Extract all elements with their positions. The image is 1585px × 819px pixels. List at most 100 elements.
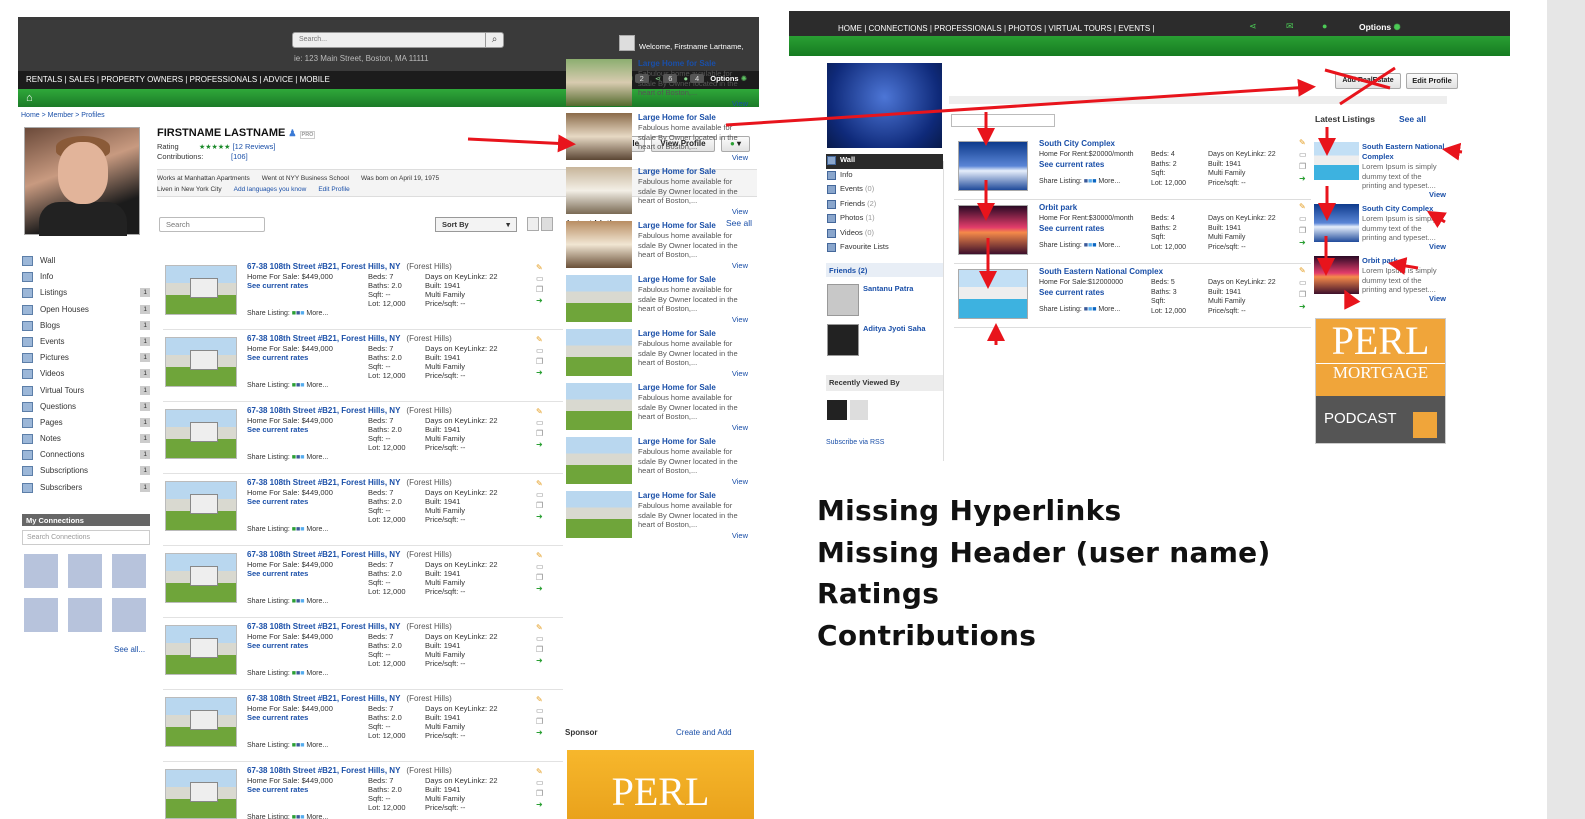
- viewer-avatar[interactable]: [827, 400, 847, 420]
- sidebar-item-info[interactable]: Info: [22, 271, 150, 287]
- latest-listing-thumbnail[interactable]: [566, 221, 632, 268]
- sidebar-item-connections[interactable]: Connections 1: [22, 449, 150, 465]
- latest-listing-title[interactable]: Large Home for Sale: [638, 59, 716, 68]
- sidebar-item-subscriptions[interactable]: Subscriptions 1: [22, 465, 150, 481]
- sponsor-ad[interactable]: PERL: [567, 750, 754, 819]
- sidebar-item-blogs[interactable]: Blogs 1: [22, 320, 150, 336]
- connection-avatar[interactable]: [24, 598, 58, 632]
- latest-listing-thumbnail[interactable]: [1314, 142, 1359, 180]
- connection-avatar[interactable]: [68, 554, 102, 588]
- sidebar-item-info[interactable]: Info: [826, 169, 943, 184]
- listing-title[interactable]: South City Complex: [1039, 139, 1115, 148]
- latest-listing-view-link[interactable]: View: [732, 531, 748, 540]
- linkedin-icon[interactable]: ■: [1092, 242, 1096, 249]
- pencil-icon[interactable]: ✎: [536, 334, 546, 345]
- more-share-link[interactable]: More...: [306, 310, 328, 317]
- more-share-link[interactable]: More...: [306, 742, 328, 749]
- see-current-rates-link[interactable]: See current rates: [1039, 288, 1104, 297]
- latest-listing-title[interactable]: Large Home for Sale: [638, 221, 716, 230]
- friend-name[interactable]: Santanu Patra: [863, 284, 913, 293]
- listing-title[interactable]: 67-38 108th Street #B21, Forest Hills, N…: [247, 694, 452, 703]
- friend-avatar[interactable]: [827, 284, 859, 316]
- connection-avatar[interactable]: [24, 554, 58, 588]
- avatar[interactable]: [619, 35, 635, 51]
- print-icon[interactable]: ▭: [536, 705, 546, 716]
- share-icon[interactable]: ⋖: [1249, 21, 1257, 32]
- see-current-rates-link[interactable]: See current rates: [247, 497, 308, 506]
- linkedin-icon[interactable]: ■: [1092, 178, 1096, 185]
- latest-listing-view-link[interactable]: View: [732, 99, 748, 108]
- copy-icon[interactable]: ❐: [536, 644, 546, 655]
- listing-title[interactable]: South Eastern National Complex: [1039, 267, 1163, 276]
- listing-title[interactable]: 67-38 108th Street #B21, Forest Hills, N…: [247, 478, 452, 487]
- latest-listing-view-link[interactable]: View: [732, 369, 748, 378]
- pencil-icon[interactable]: ✎: [1299, 137, 1307, 149]
- sidebar-item-wall[interactable]: Wall: [826, 154, 943, 169]
- copy-icon[interactable]: ❐: [536, 572, 546, 583]
- more-share-link[interactable]: More...: [306, 454, 328, 461]
- more-share-link[interactable]: More...: [306, 382, 328, 389]
- options-link[interactable]: Options ✺: [1359, 22, 1401, 33]
- listing-thumbnail[interactable]: [165, 553, 237, 603]
- listing-thumbnail[interactable]: [165, 625, 237, 675]
- friend-name[interactable]: Aditya Jyoti Saha: [863, 324, 926, 333]
- linkedin-icon[interactable]: ■: [1092, 306, 1096, 313]
- breadcrumb[interactable]: Home > Member > Profiles: [21, 112, 105, 119]
- pencil-icon[interactable]: ✎: [536, 478, 546, 489]
- sidebar-item-virtual-tours[interactable]: Virtual Tours 1: [22, 385, 150, 401]
- create-and-add-link[interactable]: Create and Add: [676, 728, 732, 737]
- latest-listing-title[interactable]: Large Home for Sale: [638, 329, 716, 338]
- print-icon[interactable]: ▭: [536, 561, 546, 572]
- sidebar-item-pages[interactable]: Pages 1: [22, 417, 150, 433]
- listing-thumbnail[interactable]: [165, 409, 237, 459]
- edit-profile-link[interactable]: Edit Profile: [318, 186, 349, 193]
- nav-links[interactable]: HOME | CONNECTIONS | PROFESSIONALS | PHO…: [838, 24, 1155, 33]
- twitter-icon[interactable]: ■: [300, 670, 304, 677]
- see-current-rates-link[interactable]: See current rates: [247, 785, 308, 794]
- rss-link[interactable]: Subscribe via RSS: [826, 439, 884, 446]
- see-current-rates-link[interactable]: See current rates: [247, 281, 308, 290]
- listing-search-input[interactable]: [951, 114, 1055, 127]
- sidebar-item-subscribers[interactable]: Subscribers 1: [22, 482, 150, 498]
- copy-icon[interactable]: ❐: [536, 788, 546, 799]
- pencil-icon[interactable]: ✎: [536, 550, 546, 561]
- latest-listing-view-link[interactable]: View: [732, 477, 748, 486]
- reviews-link[interactable]: [12 Reviews]: [232, 142, 275, 151]
- sidebar-item-questions[interactable]: Questions 1: [22, 401, 150, 417]
- latest-listing-title[interactable]: Large Home for Sale: [638, 437, 716, 446]
- sidebar-item-events[interactable]: Events (0): [826, 183, 943, 198]
- see-current-rates-link[interactable]: See current rates: [247, 353, 308, 362]
- listing-title[interactable]: 67-38 108th Street #B21, Forest Hills, N…: [247, 622, 452, 631]
- viewer-avatar[interactable]: [850, 400, 868, 420]
- see-current-rates-link[interactable]: See current rates: [247, 713, 308, 722]
- copy-icon[interactable]: ❐: [536, 428, 546, 439]
- sidebar-item-favourite-lists[interactable]: Favourite Lists: [826, 241, 943, 256]
- see-current-rates-link[interactable]: See current rates: [1039, 160, 1104, 169]
- connection-avatar[interactable]: [112, 554, 146, 588]
- latest-see-all-link[interactable]: See all: [1399, 114, 1426, 124]
- latest-listing-view-link[interactable]: View: [732, 153, 748, 162]
- more-share-link[interactable]: More...: [1098, 306, 1120, 313]
- nav-links[interactable]: RENTALS | SALES | PROPERTY OWNERS | PROF…: [26, 75, 330, 84]
- add-realestate-button[interactable]: Add RealEstate: [1335, 73, 1401, 89]
- print-icon[interactable]: ▭: [536, 633, 546, 644]
- print-icon[interactable]: ▭: [1299, 149, 1307, 161]
- latest-listing-thumbnail[interactable]: [1314, 256, 1359, 294]
- latest-listing-thumbnail[interactable]: [1314, 204, 1359, 242]
- friends-header[interactable]: Friends (2): [826, 263, 943, 277]
- sidebar-item-videos[interactable]: Videos 1: [22, 368, 150, 384]
- add-languages-link[interactable]: Add languages you know: [234, 186, 307, 193]
- connection-avatar[interactable]: [68, 598, 102, 632]
- latest-listing-title[interactable]: Large Home for Sale: [638, 113, 716, 122]
- twitter-icon[interactable]: ■: [300, 742, 304, 749]
- latest-listing-view-link[interactable]: View: [732, 261, 748, 270]
- pencil-icon[interactable]: ✎: [536, 262, 546, 273]
- chat-icon[interactable]: ●: [1322, 21, 1327, 31]
- latest-listing-view-link[interactable]: View: [732, 423, 748, 432]
- listing-thumbnail[interactable]: [165, 769, 237, 819]
- mail-icon[interactable]: ✉: [1286, 21, 1294, 32]
- arrow-right-icon[interactable]: ➜: [536, 439, 546, 450]
- search-input[interactable]: Search... ⌕: [292, 32, 504, 48]
- listing-thumbnail[interactable]: [958, 141, 1028, 191]
- arrow-right-icon[interactable]: ➜: [536, 727, 546, 738]
